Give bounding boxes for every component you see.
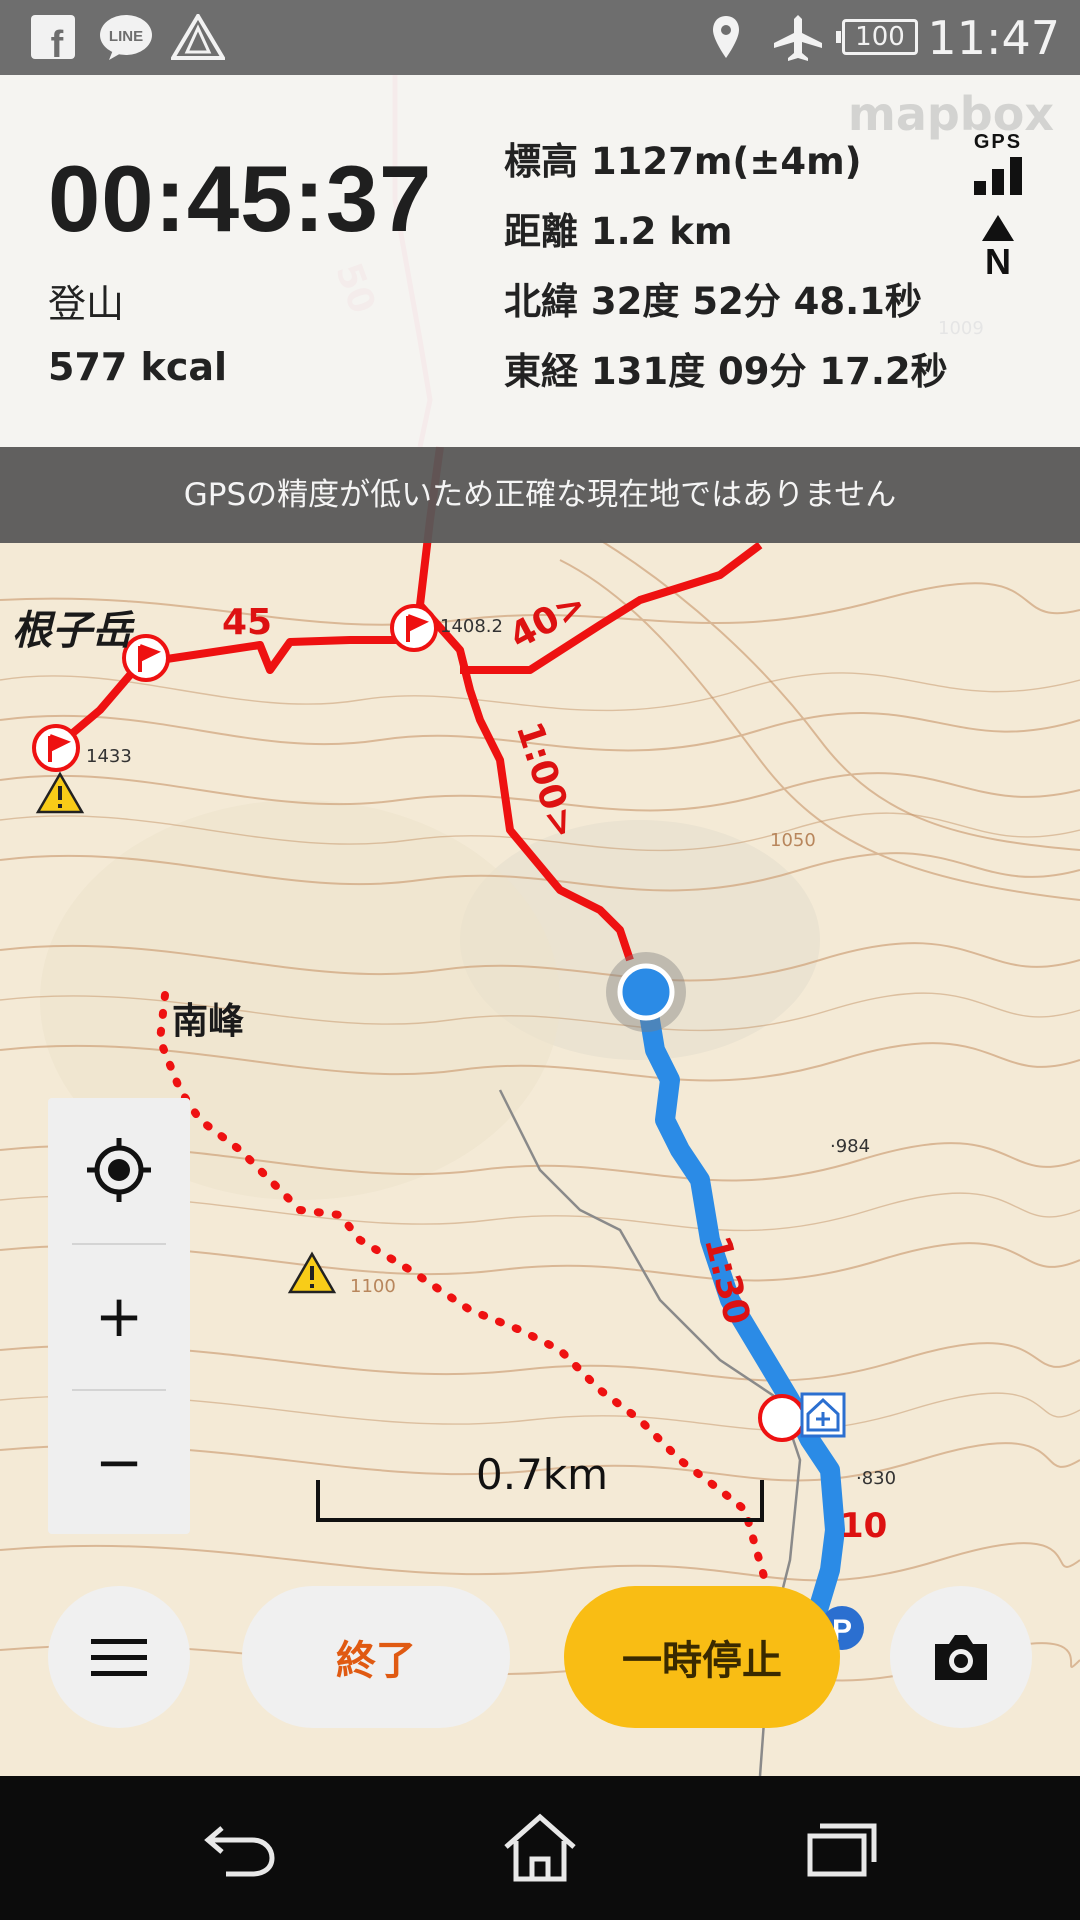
camera-icon [935,1635,987,1680]
calories: 577 kcal [48,345,228,389]
elevation-point: 1408.2 [440,616,503,637]
location-pin-icon [708,12,744,62]
map-controls: + − [48,1098,190,1534]
gps-accuracy-warning: GPSの精度が低いため正確な現在地ではありません [0,447,1080,543]
status-bar: f LINE 100 11:47 [0,0,1080,75]
place-name-label: 南峰 [172,1001,245,1042]
airplane-icon [770,12,826,62]
locate-button[interactable] [48,1098,190,1242]
latitude: 北緯 32度 52分 48.1秒 [504,280,922,323]
facebook-icon: f [30,12,76,62]
longitude: 東経 131度 09分 17.2秒 [504,350,948,393]
navigation-bar [0,1776,1080,1920]
camera-button[interactable] [890,1586,1032,1728]
hut-icon[interactable] [800,1392,846,1438]
svg-text:LINE: LINE [109,28,143,45]
crosshair-icon [87,1138,151,1202]
recent-apps-icon [807,1823,877,1877]
map-scale-bar [316,1480,764,1522]
gps-signal-icon: GPS [970,131,1026,201]
hamburger-menu-icon [91,1639,147,1676]
zoom-in-button[interactable]: + [48,1244,190,1388]
route-marker[interactable] [32,724,80,772]
zoom-out-button[interactable]: − [48,1390,190,1534]
elevation-point: ·830 [856,1468,897,1489]
gps-label: GPS [973,131,1023,153]
altitude: 標高 1127m(±4m) [504,140,862,183]
elevation-point: 1100 [350,1276,396,1297]
route-time-label: 10 [840,1506,888,1546]
route-time-label: 45 [222,602,273,643]
back-icon [204,1826,275,1877]
back-button[interactable] [190,1808,290,1888]
warning-icon [170,12,226,62]
distance: 距離 1.2 km [504,210,733,253]
end-button[interactable]: 終了 [242,1586,510,1728]
activity-type: 登山 [48,282,125,326]
elevation-point: ·984 [830,1136,871,1157]
elevation-point: 1050 [770,830,816,851]
battery-icon: 100 [836,19,918,55]
north-arrow-icon: N [978,213,1018,282]
recent-apps-button[interactable] [790,1808,890,1888]
elevation-point: 1433 [86,746,132,767]
north-label: N [985,241,1011,282]
route-marker[interactable] [758,1394,806,1442]
menu-button[interactable] [48,1586,190,1728]
line-icon: LINE [98,12,154,62]
svg-text:f: f [51,24,64,59]
route-marker[interactable] [390,604,438,652]
place-name-label: 根子岳 [12,607,132,654]
elapsed-time: 00:45:37 [48,146,433,251]
pause-button[interactable]: 一時停止 [564,1586,840,1728]
home-icon [504,1813,576,1882]
tracking-info-panel: mapbox 00:45:37 登山 577 kcal 標高 1127m(±4m… [0,75,1080,447]
status-clock: 11:47 [927,11,1060,65]
home-button[interactable] [490,1808,590,1888]
